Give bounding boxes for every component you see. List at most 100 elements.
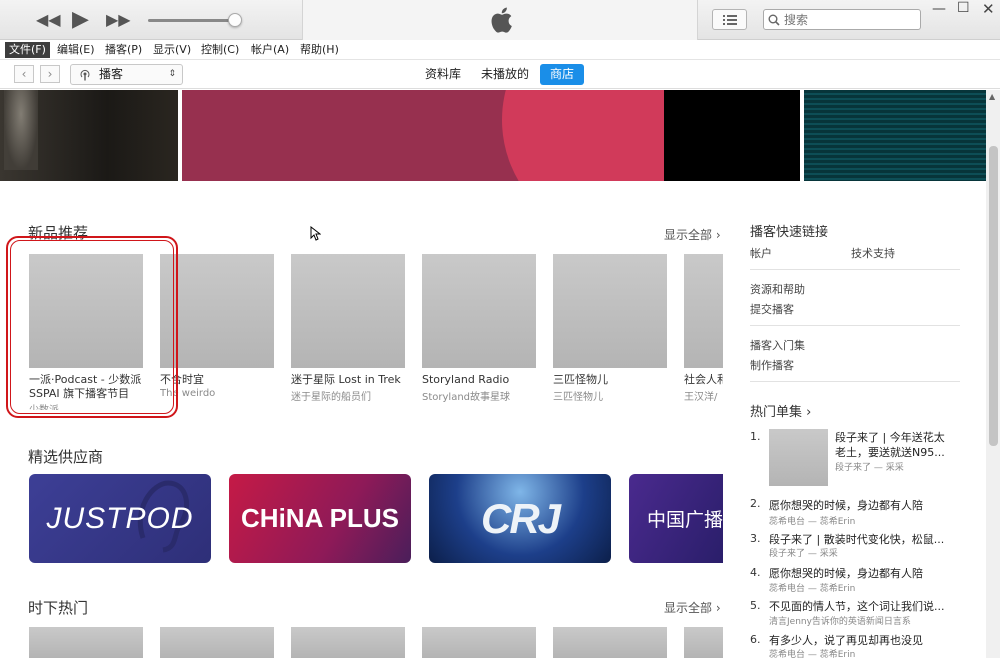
podcast-tile-title[interactable]: 迷于星际 Lost in Trek	[291, 373, 413, 387]
provider-card-chinaplus[interactable]: CHiNA PLUS	[229, 474, 411, 563]
select-updown-icon: ⇕	[168, 69, 176, 79]
hot-episode-author[interactable]: 段子来了 — 采采	[769, 546, 838, 559]
podcast-tile-artwork[interactable]	[684, 254, 723, 368]
podcast-tile-author[interactable]: Storyland故事星球	[422, 388, 544, 403]
providers-section-title: 精选供应商	[28, 448, 104, 466]
tab-unplayed[interactable]: 未播放的	[475, 64, 535, 85]
episode-artwork[interactable]	[769, 429, 828, 486]
show-all-new-link[interactable]: 显示全部 ›	[664, 226, 721, 243]
podcast-tile-artwork[interactable]	[422, 627, 536, 658]
hot-episode-title-line2[interactable]: 老土，要送就送N95...	[835, 444, 945, 460]
minimize-icon[interactable]: —	[932, 1, 946, 17]
close-icon[interactable]: ✕	[982, 0, 995, 18]
menu-bar: 文件(F) 编辑(E) 播客(P) 显示(V) 控制(C) 帐户(A) 帮助(H…	[0, 40, 1000, 60]
cursor-icon	[310, 226, 321, 241]
hot-rank: 6.	[750, 633, 761, 646]
podcast-tile-author[interactable]: 王汉洋/	[684, 388, 723, 403]
tab-library[interactable]: 资料库	[419, 64, 467, 85]
menu-help[interactable]: 帮助(H)	[296, 42, 343, 58]
provider-card-cnr[interactable]: 中国广播	[629, 474, 723, 563]
menu-account[interactable]: 帐户(A)	[247, 42, 293, 58]
media-type-label: 播客	[99, 67, 124, 81]
rewind-icon[interactable]: ◀◀	[36, 10, 61, 29]
show-all-trending-link[interactable]: 显示全部 ›	[664, 599, 721, 616]
podcast-tile-title[interactable]: 社会人和	[684, 373, 723, 387]
volume-knob[interactable]	[228, 13, 242, 27]
scroll-up-icon[interactable]: ▲	[989, 92, 995, 101]
divider	[750, 269, 960, 270]
forward-arrow-icon[interactable]: ›	[40, 65, 60, 83]
hot-rank: 2.	[750, 497, 761, 510]
vertical-scrollbar[interactable]: ▲	[986, 90, 1000, 658]
volume-slider[interactable]	[148, 19, 236, 22]
menu-podcast[interactable]: 播客(P)	[101, 42, 146, 58]
media-type-select[interactable]: 播客 ⇕	[70, 64, 183, 85]
banner-right[interactable]	[804, 90, 986, 181]
podcast-tile-artwork[interactable]	[684, 627, 723, 658]
divider	[750, 325, 960, 326]
provider-card-justpod[interactable]: JUSTPOD	[29, 474, 211, 563]
quick-link-account[interactable]: 帐户	[750, 245, 772, 261]
podcast-tile-title[interactable]: Storyland Radio	[422, 373, 544, 387]
divider	[750, 381, 960, 382]
tab-store[interactable]: 商店	[540, 64, 584, 85]
hot-rank: 3.	[750, 532, 761, 545]
banner-left[interactable]	[0, 90, 178, 181]
provider-logo-text: CHiNA PLUS	[241, 503, 399, 533]
menu-view[interactable]: 显示(V)	[149, 42, 195, 58]
hot-episodes-link[interactable]: 热门单集 ›	[750, 401, 811, 420]
banner-main[interactable]	[182, 90, 664, 181]
player-bar: ◀◀ ▶ ▶▶ — ☐ ✕	[0, 0, 1000, 40]
podcast-tile-artwork[interactable]	[553, 627, 667, 658]
podcast-tile-artwork[interactable]	[291, 627, 405, 658]
quick-links-title: 播客快速链接	[750, 225, 829, 240]
provider-card-cri[interactable]: CRJ	[429, 474, 611, 563]
list-view-button[interactable]	[712, 9, 747, 30]
quick-link-support[interactable]: 技术支持	[851, 245, 895, 261]
fast-forward-icon[interactable]: ▶▶	[106, 10, 131, 29]
play-icon[interactable]: ▶	[72, 7, 89, 32]
hot-episode-title[interactable]: 有多少人，说了再见却再也没见	[769, 632, 923, 648]
hot-rank: 5.	[750, 599, 761, 612]
quick-link-make[interactable]: 制作播客	[750, 357, 794, 373]
podcast-tile-title[interactable]: 三匹怪物儿	[553, 373, 675, 387]
nav-bar: ‹ › 播客 ⇕ 资料库 未播放的 商店	[0, 60, 1000, 89]
podcast-tile-title[interactable]: 不合时宜	[160, 373, 282, 387]
back-arrow-icon[interactable]: ‹	[14, 65, 34, 83]
quick-link-resources[interactable]: 资源和帮助	[750, 281, 805, 297]
provider-logo-text: JUSTPOD	[46, 501, 194, 535]
provider-logo-text: 中国广播	[647, 509, 723, 531]
podcast-tile-artwork[interactable]	[29, 627, 143, 658]
search-input[interactable]	[784, 12, 912, 27]
menu-file[interactable]: 文件(F)	[5, 42, 50, 58]
podcast-tile-artwork[interactable]	[553, 254, 667, 368]
hot-episode-author[interactable]: 蕊希电台 — 蕊希Erin	[769, 514, 855, 527]
hot-episode-author[interactable]: 蕊希电台 — 蕊希Erin	[769, 581, 855, 594]
podcast-tile-author[interactable]: 三匹怪物儿	[553, 388, 675, 403]
quick-link-starter[interactable]: 播客入门集	[750, 337, 805, 353]
hot-episode-author[interactable]: 清言Jenny告诉你的英语新闻日言系	[769, 614, 911, 627]
menu-edit[interactable]: 编辑(E)	[53, 42, 99, 58]
podcast-tile-artwork[interactable]	[160, 627, 274, 658]
hot-episode-title[interactable]: 段子来了 | 今年送花太	[835, 429, 945, 445]
search-icon	[768, 14, 780, 26]
trending-section-title: 时下热门	[28, 599, 89, 617]
hot-episode-title[interactable]: 愿你想哭的时候，身边都有人陪	[769, 497, 923, 513]
hot-episode-title[interactable]: 愿你想哭的时候，身边都有人陪	[769, 565, 923, 581]
banner-black[interactable]	[664, 90, 800, 181]
hot-episode-title[interactable]: 段子来了 | 散装时代变化快，松鼠...	[769, 531, 944, 547]
hot-episode-author[interactable]: 段子来了 — 采采	[835, 460, 904, 473]
maximize-icon[interactable]: ☐	[957, 0, 970, 16]
scroll-thumb[interactable]	[989, 146, 998, 446]
hot-episode-title[interactable]: 不见面的情人节，这个词让我们说...	[769, 598, 945, 614]
quick-link-submit[interactable]: 提交播客	[750, 301, 794, 317]
podcast-tile-author[interactable]: The weirdo	[160, 388, 282, 399]
menu-controls[interactable]: 控制(C)	[197, 42, 243, 58]
podcast-tile-artwork[interactable]	[291, 254, 405, 368]
search-box[interactable]	[763, 9, 921, 30]
podcast-tile-author[interactable]: 迷于星际的船员们	[291, 388, 413, 403]
list-icon	[722, 14, 737, 25]
podcast-tile-artwork[interactable]	[422, 254, 536, 368]
podcast-icon	[80, 69, 90, 81]
hot-episode-author[interactable]: 蕊希电台 — 蕊希Erin	[769, 647, 855, 660]
